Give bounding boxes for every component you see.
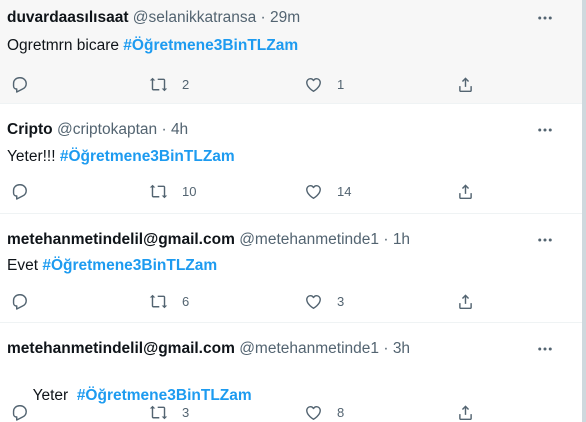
tweet-time[interactable]: 4h [171, 121, 188, 138]
hashtag-link[interactable]: #Öğretmene3BinTLZam [60, 148, 235, 165]
retweet-icon [149, 292, 168, 311]
reply-button[interactable] [10, 402, 43, 422]
author-name[interactable]: metehanmetindelil@gmail.com [7, 231, 235, 248]
header-separator: · [383, 231, 389, 248]
tweet-actions: 3 8 [7, 402, 582, 422]
tweet-header: Cripto @criptokaptan · 4h [7, 104, 582, 140]
author-name[interactable]: metehanmetindelil@gmail.com [7, 340, 235, 357]
reply-icon [10, 182, 29, 201]
retweet-count: 6 [182, 293, 190, 309]
more-options-icon[interactable] [535, 339, 555, 359]
share-button[interactable] [456, 402, 475, 422]
share-button[interactable] [456, 291, 475, 311]
heart-icon [304, 182, 323, 201]
tweet-actions: 6 3 [7, 291, 582, 311]
retweet-button[interactable]: 3 [149, 402, 189, 422]
reply-button[interactable] [10, 291, 43, 311]
retweet-count: 3 [182, 404, 190, 420]
retweet-button[interactable]: 6 [149, 291, 189, 311]
tweet[interactable]: metehanmetindelil@gmail.com @metehanmeti… [0, 214, 582, 323]
heart-icon [304, 75, 323, 94]
tweet-text: Yeter #Öğretmene3BinTLZam [7, 366, 582, 404]
tweet-text: Ogretmrn bicare #Öğretmene3BinTLZam [7, 36, 582, 56]
tweet-actions: 2 1 [7, 74, 582, 94]
author-handle[interactable]: @criptokaptan [57, 121, 157, 138]
tweet-text: Yeter!!! #Öğretmene3BinTLZam [7, 147, 582, 167]
more-options-icon[interactable] [535, 8, 555, 28]
more-options-icon[interactable] [535, 120, 555, 140]
retweet-icon [149, 403, 168, 422]
scrollbar[interactable] [582, 0, 586, 422]
share-button[interactable] [456, 74, 475, 94]
heart-icon [304, 292, 323, 311]
tweet[interactable]: duvardaasılısaat @selanikkatransa · 29m … [0, 0, 582, 104]
reply-button[interactable] [10, 181, 43, 201]
like-count: 14 [337, 183, 352, 199]
like-count: 3 [337, 293, 345, 309]
retweet-count: 10 [182, 183, 197, 199]
author-handle[interactable]: @selanikkatransa [133, 9, 256, 26]
author-name[interactable]: duvardaasılısaat [7, 9, 128, 26]
header-separator: · [161, 121, 167, 138]
tweet-actions: 10 14 [7, 181, 582, 201]
tweet-header: metehanmetindelil@gmail.com @metehanmeti… [7, 214, 582, 250]
more-options-icon[interactable] [535, 230, 555, 250]
retweet-button[interactable]: 10 [149, 181, 196, 201]
reply-icon [10, 403, 29, 422]
like-button[interactable]: 1 [304, 74, 344, 94]
tweet-header: duvardaasılısaat @selanikkatransa · 29m [7, 0, 582, 28]
tweet[interactable]: metehanmetindelil@gmail.com @metehanmeti… [0, 323, 582, 422]
tweet[interactable]: Cripto @criptokaptan · 4h Yeter!!! #Öğre… [0, 104, 582, 214]
like-count: 8 [337, 404, 345, 420]
heart-icon [304, 403, 323, 422]
author-handle[interactable]: @metehanmetinde1 [239, 340, 379, 357]
retweet-count: 2 [182, 76, 190, 92]
tweet-text: Evet #Öğretmene3BinTLZam [7, 256, 582, 276]
header-separator: · [260, 9, 266, 26]
tweet-time[interactable]: 1h [393, 231, 410, 248]
like-button[interactable]: 8 [304, 402, 344, 422]
retweet-icon [149, 182, 168, 201]
tweet-body: Evet [7, 257, 43, 274]
tweet-body: Yeter!!! [7, 148, 60, 165]
hashtag-link[interactable]: #Öğretmene3BinTLZam [42, 257, 217, 274]
reply-button[interactable] [10, 74, 43, 94]
author-name[interactable]: Cripto [7, 121, 53, 138]
share-icon [456, 182, 475, 201]
author-handle[interactable]: @metehanmetinde1 [239, 231, 379, 248]
share-icon [456, 292, 475, 311]
tweet-header: metehanmetindelil@gmail.com @metehanmeti… [7, 323, 582, 359]
header-separator: · [383, 340, 389, 357]
share-icon [456, 403, 475, 422]
tweet-time[interactable]: 3h [393, 340, 410, 357]
like-button[interactable]: 14 [304, 181, 351, 201]
tweet-time[interactable]: 29m [270, 9, 300, 26]
tweet-feed: duvardaasılısaat @selanikkatransa · 29m … [0, 0, 586, 422]
tweet-body: Ogretmrn bicare [7, 37, 124, 54]
reply-icon [10, 292, 29, 311]
retweet-icon [149, 75, 168, 94]
share-button[interactable] [456, 181, 475, 201]
reply-icon [10, 75, 29, 94]
hashtag-link[interactable]: #Öğretmene3BinTLZam [123, 37, 298, 54]
like-button[interactable]: 3 [304, 291, 344, 311]
retweet-button[interactable]: 2 [149, 74, 189, 94]
like-count: 1 [337, 76, 345, 92]
share-icon [456, 75, 475, 94]
